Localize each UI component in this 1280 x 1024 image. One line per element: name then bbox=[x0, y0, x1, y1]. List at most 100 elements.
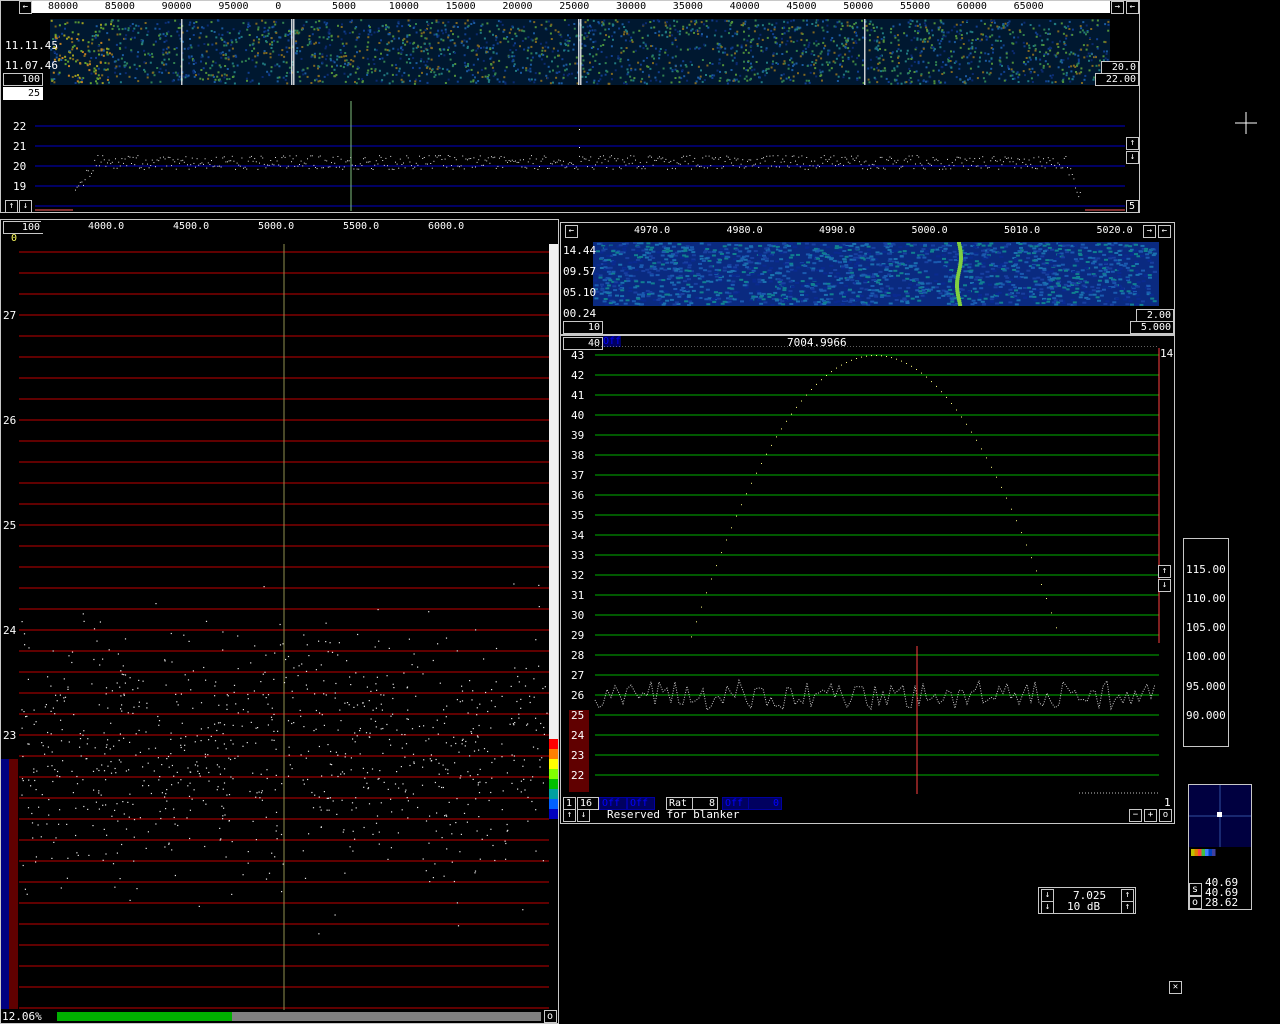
ruler-tick-label: 60000 bbox=[956, 1, 987, 12]
status-text: Reserved for blanker bbox=[607, 808, 740, 821]
spectrum-y-label: 22 bbox=[13, 120, 27, 133]
hires-waterfall[interactable] bbox=[593, 242, 1159, 306]
hires-time-label: 05.10 bbox=[563, 286, 597, 299]
ruler-tick-label: 5000.0 bbox=[911, 225, 948, 236]
scroll-left-button[interactable]: ← bbox=[19, 1, 32, 14]
ruler-tick-label: 25000 bbox=[559, 1, 590, 12]
hires-zoom-button[interactable]: ← bbox=[1158, 225, 1171, 238]
main-spectrum[interactable] bbox=[35, 101, 1125, 211]
hires-ctrl-down-button[interactable]: ↓ bbox=[577, 809, 590, 822]
hires-minus-button[interactable]: − bbox=[1129, 809, 1142, 822]
hires-plus-button[interactable]: + bbox=[1144, 809, 1157, 822]
close-icon[interactable]: ✕ bbox=[1169, 981, 1182, 994]
ruler-tick-label: 80000 bbox=[48, 1, 79, 12]
spectrum-down-button[interactable]: ↓ bbox=[19, 200, 32, 213]
waterfall-time-label: 11.11.45 bbox=[5, 39, 58, 52]
spectrum-scale-down-button[interactable]: ↓ bbox=[1126, 151, 1139, 164]
hires-scale-up-button[interactable]: ↑ bbox=[1158, 565, 1171, 578]
hires-y-label: 40 bbox=[571, 409, 584, 422]
ruler-tick-label: 50000 bbox=[843, 1, 874, 12]
hires-y-label: 29 bbox=[571, 629, 584, 642]
waterfall-range-box[interactable]: 22.00 bbox=[1095, 73, 1139, 86]
hires-time-label: 00.24 bbox=[563, 307, 597, 320]
hires-y-label: 33 bbox=[571, 549, 584, 562]
hires-frequency-ruler[interactable]: 4970.0 4980.0 4990.0 5000.0 5010.0 5020.0 bbox=[579, 225, 1139, 237]
hires-graph-window: 40 Off 7004.9966 14 43 42 41 40 39 38 37 36 35 34… bbox=[560, 335, 1175, 824]
db-value[interactable]: 10 dB bbox=[1067, 900, 1100, 913]
baseband-y-label: 24 bbox=[3, 624, 17, 637]
hires-y-label: 32 bbox=[571, 569, 584, 582]
ruler-tick-label: 65000 bbox=[1013, 1, 1044, 12]
hires-y-label: 27 bbox=[571, 669, 584, 682]
hires-y-label: 34 bbox=[571, 529, 585, 542]
ruler-tick-label: 95000 bbox=[218, 1, 249, 12]
hires-y-label: 37 bbox=[571, 469, 584, 482]
baseband-spectrum[interactable]: 27262524232221 bbox=[1, 244, 558, 1010]
waterfall-gain-box[interactable]: 100 bbox=[3, 73, 43, 86]
baseband-level-bar bbox=[57, 1012, 541, 1021]
hires-time-label: 09.57 bbox=[563, 265, 597, 278]
baseband-window: 100 4000.0 4500.0 5000.0 5500.0 6000.0 0 27 2… bbox=[0, 219, 559, 1024]
hires-avg-box[interactable]: 10 bbox=[563, 321, 603, 334]
baseband-top-value: 0 bbox=[11, 233, 18, 244]
s-meter-o-button[interactable]: o bbox=[1189, 896, 1202, 909]
s-meter-window: 40.69 40.69 28.62 s o bbox=[1188, 784, 1252, 910]
baseband-o-button[interactable]: o bbox=[544, 1010, 557, 1023]
hires-y-label: 30 bbox=[571, 609, 584, 622]
scroll-right-button[interactable]: → bbox=[1111, 1, 1124, 14]
baseband-y-label: 23 bbox=[3, 729, 16, 742]
frequency-ruler[interactable]: 80000 85000 90000 95000 0 5000 10000 15000 20000… bbox=[32, 1, 1110, 13]
hires-scroll-right-button[interactable]: → bbox=[1143, 225, 1156, 238]
ruler-tick-label: 5000 bbox=[332, 1, 357, 12]
hires-o-button[interactable]: o bbox=[1159, 809, 1172, 822]
ruler-tick-label: 30000 bbox=[616, 1, 647, 12]
hires-y-label: 26 bbox=[571, 689, 584, 702]
waterfall-time-label: 11.07.46 bbox=[5, 59, 58, 72]
spectrum-avg-box[interactable]: 5 bbox=[1126, 200, 1139, 213]
ruler-tick-label: 15000 bbox=[445, 1, 476, 12]
hires-y-label-overlay: 23 bbox=[571, 749, 584, 762]
ruler-tick-label: 4000.0 bbox=[88, 221, 125, 232]
ruler-tick-label: 20000 bbox=[502, 1, 533, 12]
db-up-button[interactable]: ↑ bbox=[1121, 901, 1134, 914]
hires-off-value[interactable]: 0 bbox=[748, 797, 782, 810]
ruler-tick-label: 45000 bbox=[786, 1, 817, 12]
ruler-tick-label: 90000 bbox=[161, 1, 192, 12]
hires-bottom-right-value: 1 bbox=[1164, 796, 1171, 809]
main-waterfall[interactable] bbox=[50, 19, 1110, 85]
ruler-tick-label: 4500.0 bbox=[173, 221, 210, 232]
hires-graph[interactable]: 43 42 41 40 39 38 37 36 35 34 33 32 31 30 29 28 27 26 25 24… bbox=[561, 346, 1174, 796]
ruler-tick-label: 85000 bbox=[104, 1, 135, 12]
hires-y-label: 38 bbox=[571, 449, 584, 462]
s-meter-display bbox=[1189, 785, 1251, 856]
hires-y-label: 39 bbox=[571, 429, 584, 442]
ruler-tick-label: 55000 bbox=[900, 1, 931, 12]
side-meter-value: 110.00 bbox=[1186, 592, 1226, 605]
db-down-button[interactable]: ↓ bbox=[1041, 901, 1054, 914]
side-meter-value: 100.00 bbox=[1186, 650, 1226, 663]
hires-y-label: 36 bbox=[571, 489, 584, 502]
waterfall-avg-box[interactable]: 25 bbox=[3, 87, 43, 100]
ruler-tick-label: 5500.0 bbox=[343, 221, 380, 232]
hires-scale-down-button[interactable]: ↓ bbox=[1158, 579, 1171, 592]
ruler-tick-label: 40000 bbox=[729, 1, 760, 12]
ruler-tick-label: 5010.0 bbox=[1004, 225, 1041, 236]
hires-scroll-left-button[interactable]: ← bbox=[565, 225, 578, 238]
hires-ctrl-up-button[interactable]: ↑ bbox=[563, 809, 576, 822]
ruler-tick-label: 4990.0 bbox=[819, 225, 856, 236]
ruler-tick-label: 10000 bbox=[388, 1, 419, 12]
spectrum-up-button[interactable]: ↑ bbox=[5, 200, 18, 213]
ruler-tick-label: 4980.0 bbox=[726, 225, 763, 236]
hires-y-label: 31 bbox=[571, 589, 584, 602]
ruler-tick-label: 5000.0 bbox=[258, 221, 295, 232]
s-meter-s-button[interactable]: s bbox=[1189, 883, 1202, 896]
baseband-frequency-ruler[interactable]: 4000.0 4500.0 5000.0 5500.0 6000.0 bbox=[41, 221, 556, 233]
zoom-left-button[interactable]: ← bbox=[1126, 1, 1139, 14]
hires-range-box[interactable]: 5.000 bbox=[1130, 321, 1174, 334]
baseband-gain-box[interactable]: 100 bbox=[3, 221, 43, 234]
baseband-level-fill bbox=[57, 1012, 232, 1021]
crosshair-cursor-icon bbox=[1235, 112, 1257, 134]
hires-y-label: 28 bbox=[571, 649, 584, 662]
spectrum-scale-up-button[interactable]: ↑ bbox=[1126, 137, 1139, 150]
main-waterfall-window: ← 80000 85000 90000 95000 0 5000 10000 15000 200… bbox=[0, 0, 1140, 213]
